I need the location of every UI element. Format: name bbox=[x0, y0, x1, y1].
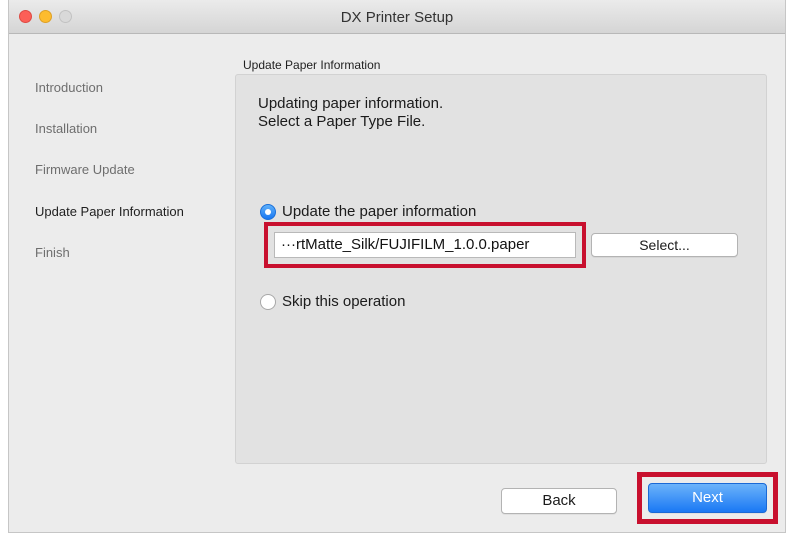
skip-operation-option-label[interactable]: Skip this operation bbox=[282, 293, 405, 310]
step-firmware-update: Firmware Update bbox=[35, 162, 135, 177]
step-finish: Finish bbox=[35, 245, 70, 260]
file-path-highlight: ···rtMatte_Silk/FUJIFILM_1.0.0.paper bbox=[264, 222, 586, 268]
update-paper-option-label[interactable]: Update the paper information bbox=[282, 203, 476, 220]
step-installation: Installation bbox=[35, 121, 98, 136]
next-button-highlight: Next bbox=[637, 472, 778, 524]
setup-window: DX Printer Setup Introduction Installati… bbox=[8, 0, 786, 533]
skip-operation-option[interactable]: Skip this operation bbox=[260, 293, 405, 310]
paper-file-path-field[interactable]: ···rtMatte_Silk/FUJIFILM_1.0.0.paper bbox=[274, 232, 576, 258]
radio-selected-icon[interactable] bbox=[260, 203, 276, 220]
description-line-2: Select a Paper Type File. bbox=[258, 113, 426, 130]
section-title: Update Paper Information bbox=[243, 58, 381, 72]
radio-unselected-icon[interactable] bbox=[260, 293, 276, 310]
window-title: DX Printer Setup bbox=[340, 9, 454, 26]
select-file-button[interactable]: Select... bbox=[591, 233, 738, 257]
step-introduction: Introduction bbox=[35, 80, 103, 95]
update-paper-option[interactable]: Update the paper information bbox=[260, 203, 476, 220]
back-button[interactable]: Back bbox=[501, 488, 617, 514]
next-button[interactable]: Next bbox=[648, 483, 767, 513]
content-panel: Updating paper information. Select a Pap… bbox=[235, 74, 767, 464]
description-line-1: Updating paper information. bbox=[258, 95, 444, 112]
title-bar: DX Printer Setup bbox=[9, 0, 785, 34]
step-update-paper-information: Update Paper Information bbox=[35, 204, 184, 219]
description: Updating paper information. Select a Pap… bbox=[258, 95, 443, 131]
